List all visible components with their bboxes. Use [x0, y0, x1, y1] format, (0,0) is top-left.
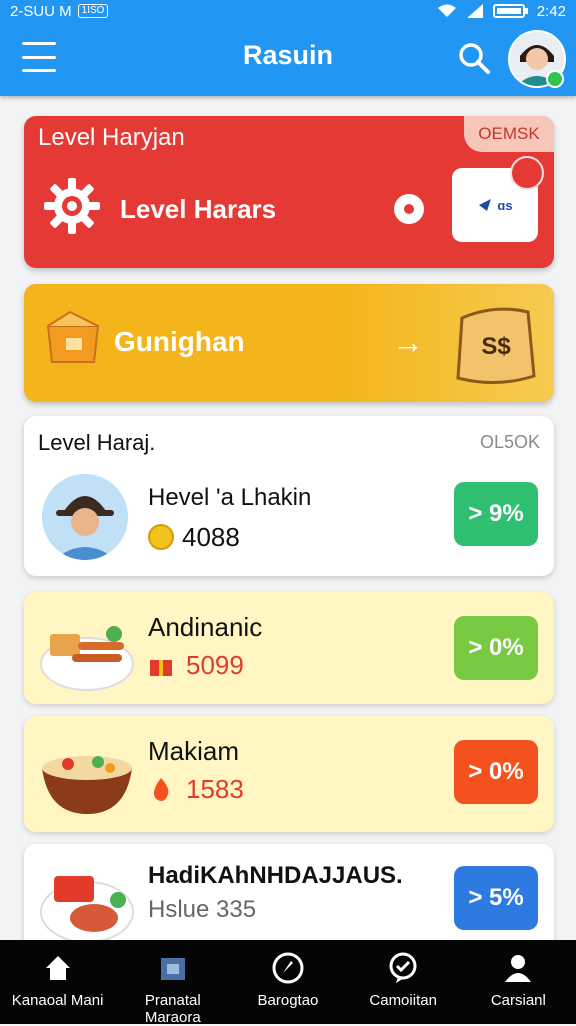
status-chip: 1ISO	[77, 4, 109, 18]
nav-icon-wrapper	[463, 950, 573, 986]
coin-icon	[148, 524, 174, 550]
nav-icon-wrapper	[348, 950, 458, 986]
sticker-icon	[510, 156, 544, 190]
profile-name: Hevel 'a Lhakin	[148, 484, 312, 511]
nav-label-explore: Barogtao	[257, 992, 319, 1009]
andinanic-value: 5099	[186, 650, 244, 680]
search-icon[interactable]	[456, 40, 492, 76]
nav-item-store[interactable]: Pranatal Maraora	[118, 950, 228, 1026]
hadik-sub: Hslue 335	[148, 896, 257, 923]
meal-plate-icon	[40, 876, 134, 943]
level-card-label: Level Harars	[120, 194, 277, 224]
toggle-dot[interactable]	[394, 194, 424, 224]
status-carrier: 2-SUU M	[10, 2, 72, 20]
online-indicator	[546, 70, 564, 88]
hadik-card[interactable]: HadiKAhNHDAJJAUS. Hslue 335 > 5%	[24, 844, 554, 954]
gunighan-card[interactable]: Gunighan → S$	[24, 284, 554, 402]
box-icon	[46, 310, 100, 363]
andinanic-name: Andinanic	[148, 612, 263, 642]
nav-icon-wrapper	[118, 950, 228, 986]
profile-card-corner: OL5OK	[479, 432, 540, 452]
hadik-name: HadiKAhNHDAJJAUS.	[148, 862, 403, 889]
app-bar: Rasuin	[0, 22, 576, 96]
andinanic-percent-button[interactable]: > 0%	[454, 616, 538, 680]
compass-icon	[272, 952, 304, 984]
nav-item-chat[interactable]: Camoiitan	[348, 950, 458, 1009]
gift-icon	[150, 660, 172, 676]
store-icon	[160, 958, 185, 980]
status-time: 2:42	[536, 2, 566, 20]
food-bowl-icon	[40, 626, 134, 691]
level-card-title: Level Haryjan	[38, 124, 185, 151]
toggle-dot-inner	[404, 204, 414, 214]
profile-card-title: Level Haraj.	[38, 430, 156, 455]
makiam-value: 1583	[186, 774, 244, 804]
hadik-percent-button[interactable]: > 5%	[454, 866, 538, 930]
noodle-bowl-icon	[42, 756, 132, 814]
nav-label-chat: Camoiitan	[369, 992, 437, 1009]
mini-card-text: ɑs	[497, 197, 513, 213]
gunighan-label: Gunighan	[114, 326, 245, 357]
profile-value: 4088	[182, 522, 240, 552]
arrow-right-icon: →	[392, 324, 424, 360]
andinanic-card[interactable]: Andinanic 5099 > 0%	[24, 592, 554, 704]
money-pouch-icon: S$	[456, 307, 536, 385]
profile-avatar	[42, 474, 128, 560]
nav-item-profile[interactable]: Carsianl	[463, 950, 573, 1009]
signal-icon	[466, 4, 483, 18]
bottom-nav: Kanaoal Mani Pranatal Maraora Barogtao C…	[0, 940, 576, 1026]
nav-item-home[interactable]: Kanaoal Mani	[3, 950, 113, 1009]
fire-icon	[154, 778, 169, 801]
level-card-badge: OEMSK	[464, 116, 554, 152]
wifi-icon	[437, 4, 456, 17]
home-icon	[45, 956, 70, 980]
status-right: 2:42	[437, 3, 566, 20]
profile-card[interactable]: Level Haraj. OL5OK Hevel 'a Lhakin 4088 …	[24, 416, 554, 576]
gear-icon	[44, 178, 100, 234]
battery-icon	[492, 4, 528, 18]
send-icon	[479, 199, 492, 211]
chat-icon	[389, 952, 417, 983]
nav-label-profile: Carsianl	[490, 992, 546, 1009]
nav-label-home: Kanaoal Mani	[11, 992, 104, 1009]
makiam-card[interactable]: Makiam 1583 > 0%	[24, 716, 554, 832]
profile-percent-button[interactable]: > 9%	[454, 482, 538, 546]
person-icon	[505, 955, 532, 982]
makiam-percent-button[interactable]: > 0%	[454, 740, 538, 804]
nav-icon-wrapper	[3, 950, 113, 986]
nav-icon-wrapper	[233, 950, 343, 986]
status-left: 2-SUU M 1ISO	[10, 2, 109, 20]
nav-label-store: Pranatal Maraora	[144, 992, 201, 1026]
status-bar: 2-SUU M 1ISO 2:42	[0, 0, 576, 22]
pouch-text: S$	[481, 333, 511, 360]
makiam-name: Makiam	[148, 736, 240, 766]
nav-item-explore[interactable]: Barogtao	[233, 950, 343, 1009]
level-card[interactable]: Level Haryjan OEMSK Level Harars ɑs	[24, 116, 554, 268]
profile-avatar-image	[42, 474, 128, 560]
